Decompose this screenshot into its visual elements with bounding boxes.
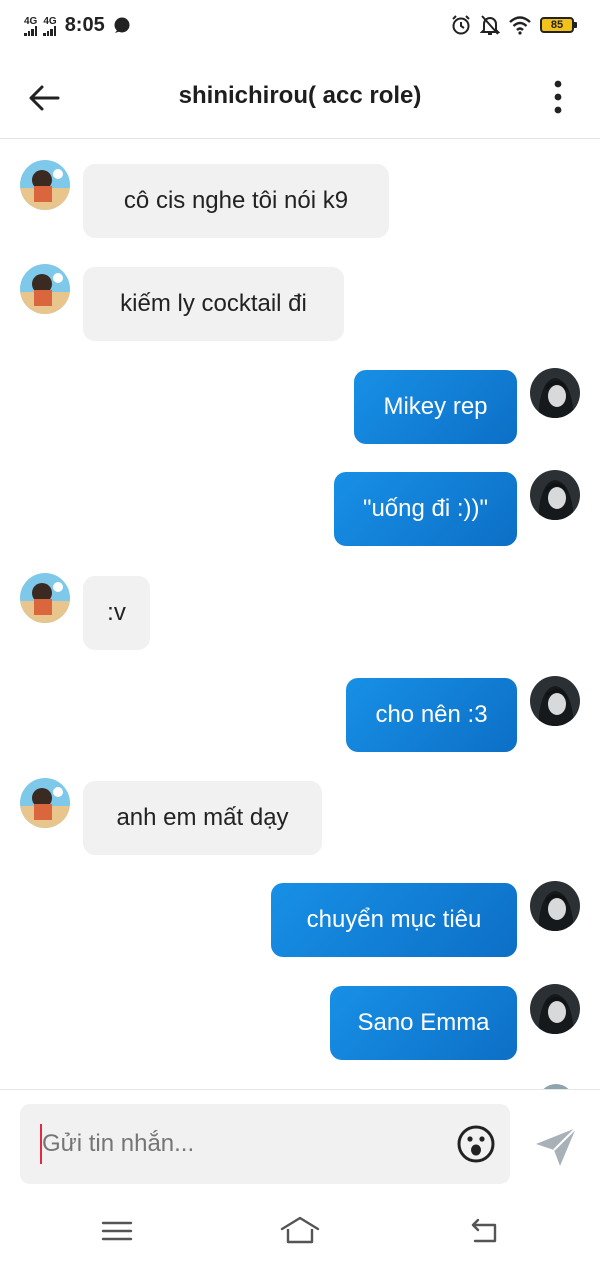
emoji-icon[interactable]	[456, 1124, 496, 1164]
battery-level: 85	[550, 19, 564, 31]
network-type-2: 4G	[43, 16, 57, 27]
chat-bubble-icon	[114, 17, 130, 33]
contact-avatar[interactable]	[20, 160, 70, 210]
user-avatar[interactable]	[530, 984, 580, 1034]
message-list[interactable]: cô cis nghe tôi nói k9 kiếm ly cocktail …	[0, 139, 600, 1089]
message-composer	[0, 1089, 600, 1200]
battery-icon: 85	[540, 17, 577, 33]
cellular-signal-icon: 4G	[43, 16, 57, 36]
message-bubble-outgoing[interactable]: cho nên :3	[346, 678, 517, 752]
clock-time: 8:05	[64, 14, 105, 36]
more-vertical-icon[interactable]	[548, 78, 568, 118]
message-bubble-incoming[interactable]: kiếm ly cocktail đi	[83, 267, 344, 341]
user-avatar[interactable]	[530, 676, 580, 726]
message-bubble-outgoing[interactable]: chuyển mục tiêu	[271, 883, 517, 957]
message-bubble-outgoing[interactable]: Sano Emma	[330, 986, 517, 1060]
message-input-container[interactable]	[20, 1104, 510, 1184]
cellular-signal-icon: 4G	[24, 17, 37, 36]
user-avatar[interactable]	[530, 881, 580, 931]
wifi-icon	[509, 16, 531, 35]
chat-header: shinichirou( acc role)	[0, 52, 600, 139]
message-bubble-incoming[interactable]: cô cis nghe tôi nói k9	[83, 164, 389, 238]
network-type-1: 4G	[24, 16, 38, 27]
contact-avatar[interactable]	[20, 778, 70, 828]
menu-icon[interactable]	[97, 1215, 137, 1247]
alarm-icon	[452, 15, 470, 35]
message-bubble-incoming[interactable]: anh em mất dạy	[83, 781, 322, 855]
status-bar: 4G 4G 8:05 85	[0, 0, 600, 52]
send-icon[interactable]	[532, 1124, 580, 1168]
message-input[interactable]	[42, 1104, 442, 1184]
chat-title: shinichirou( acc role)	[178, 82, 422, 109]
user-avatar[interactable]	[530, 368, 580, 418]
back-icon[interactable]	[465, 1215, 505, 1247]
user-avatar[interactable]	[530, 470, 580, 520]
system-nav-bar	[0, 1199, 600, 1267]
home-icon[interactable]	[279, 1215, 321, 1247]
message-bubble-outgoing[interactable]: Mikey rep	[354, 370, 517, 444]
message-bubble-outgoing[interactable]: "uống đi :))"	[334, 472, 517, 546]
contact-avatar[interactable]	[20, 573, 70, 623]
contact-avatar[interactable]	[20, 264, 70, 314]
silent-bell-icon	[480, 15, 500, 35]
message-bubble-incoming[interactable]: :v	[83, 576, 150, 650]
